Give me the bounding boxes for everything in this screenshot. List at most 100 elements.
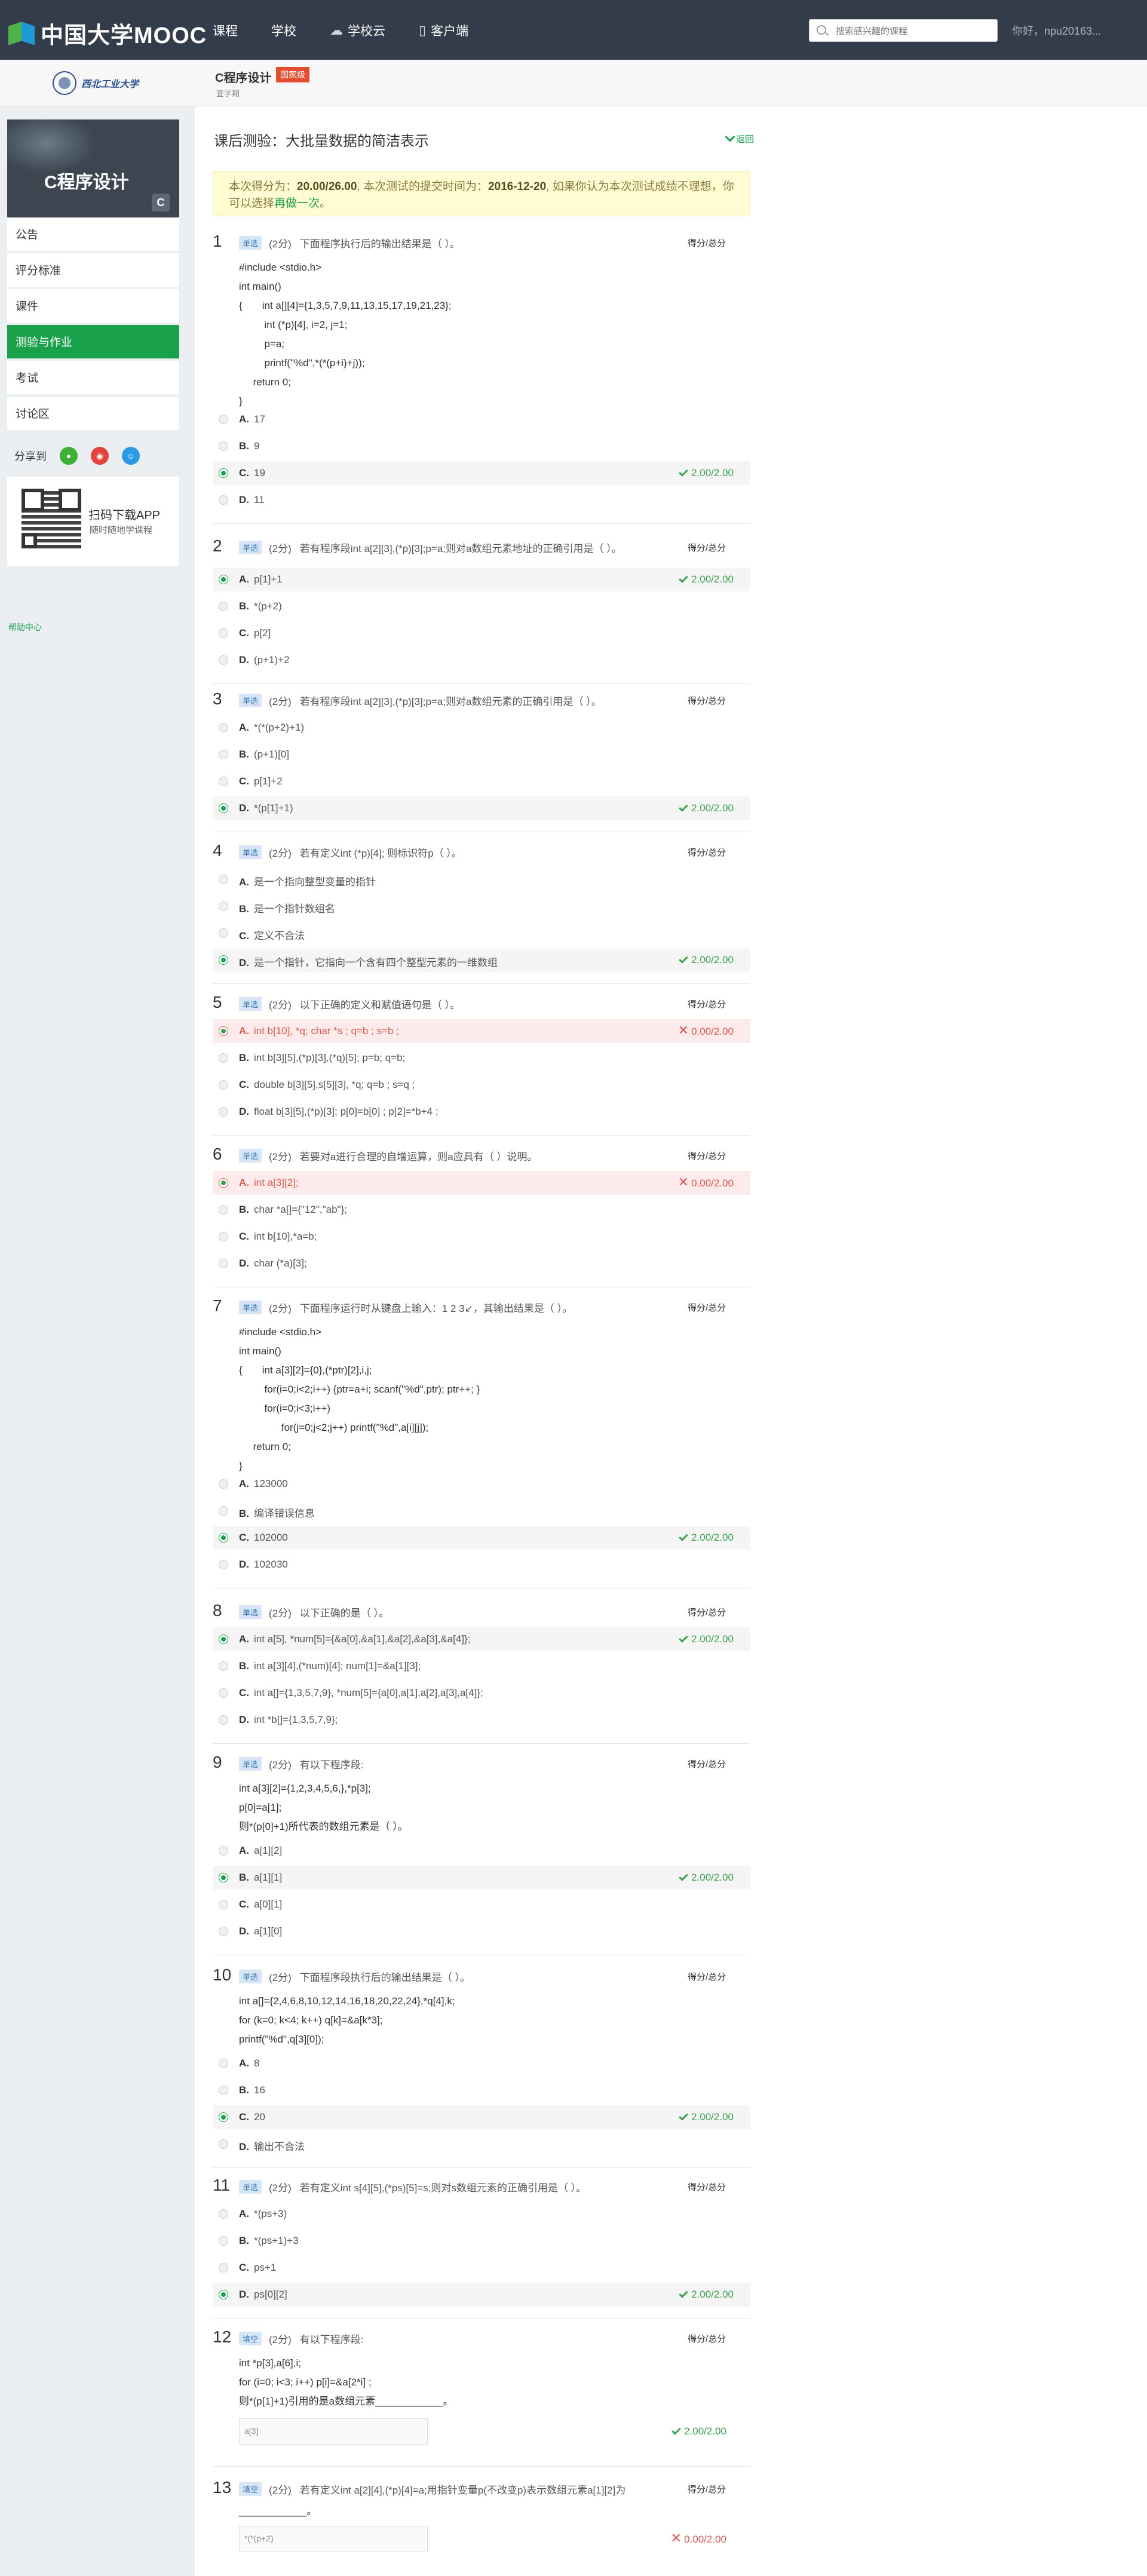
option-a[interactable]: A. int a[3][2]; ✕ 0.00/2.00 xyxy=(213,1171,750,1195)
radio-button[interactable] xyxy=(219,955,228,965)
radio-button[interactable] xyxy=(219,1715,228,1725)
option-b[interactable]: B. *(ps+1)+3 xyxy=(213,2229,750,2253)
radio-button[interactable] xyxy=(219,1873,228,1882)
qq-icon[interactable]: ☺ xyxy=(122,447,140,465)
nav-school-cloud[interactable]: ☁ 学校云 xyxy=(330,22,385,39)
option-c[interactable]: C. p[2] xyxy=(213,621,750,645)
nav-courses[interactable]: 课程 xyxy=(213,22,238,39)
option-d[interactable]: D. 11 xyxy=(213,488,750,512)
radio-button[interactable] xyxy=(219,1661,228,1671)
radio-button[interactable] xyxy=(219,1560,228,1569)
wechat-icon[interactable]: ● xyxy=(60,447,78,465)
option-d[interactable]: D. (p+1)+2 xyxy=(213,648,750,672)
radio-button[interactable] xyxy=(219,1259,228,1268)
radio-button[interactable] xyxy=(219,415,228,424)
retry-link[interactable]: 再做一次 xyxy=(274,197,320,210)
option-b[interactable]: B. (p+1)[0] xyxy=(213,743,750,766)
radio-button[interactable] xyxy=(219,804,228,813)
radio-button[interactable] xyxy=(219,2112,228,2122)
radio-button[interactable] xyxy=(219,901,228,911)
radio-button[interactable] xyxy=(219,2236,228,2246)
option-a[interactable]: A. 17 xyxy=(213,407,750,431)
radio-button[interactable] xyxy=(219,441,228,451)
option-a[interactable]: A. int a[5], *num[5]={&a[0],&a[1],&a[2],&… xyxy=(213,1627,750,1651)
option-d[interactable]: D. 输出不合法 xyxy=(213,2132,750,2156)
search-input[interactable] xyxy=(836,23,991,39)
radio-button[interactable] xyxy=(219,1053,228,1063)
option-c[interactable]: C. int b[10],*a=b; xyxy=(213,1225,750,1249)
radio-button[interactable] xyxy=(219,2139,228,2149)
option-b[interactable]: B. char *a[]={"12","ab"}; xyxy=(213,1198,750,1222)
nav-client[interactable]: ▯ 客户端 xyxy=(419,22,468,39)
radio-button[interactable] xyxy=(219,2209,228,2219)
sidebar-item-announcement[interactable]: 公告 xyxy=(7,217,179,253)
option-b[interactable]: B. 16 xyxy=(213,2078,750,2102)
option-d[interactable]: D. 是一个指针，它指向一个含有四个整型元素的一维数组 2.00/2.00 xyxy=(213,948,750,972)
nav-schools[interactable]: 学校 xyxy=(271,22,296,39)
option-a[interactable]: A. 123000 xyxy=(213,1472,750,1496)
radio-button[interactable] xyxy=(219,2263,228,2273)
radio-button[interactable] xyxy=(219,1479,228,1489)
radio-button[interactable] xyxy=(219,875,228,884)
option-d[interactable]: D. char (*a)[3]; xyxy=(213,1252,750,1275)
option-c[interactable]: C. 102000 2.00/2.00 xyxy=(213,1526,750,1550)
fill-answer-box[interactable]: a[3] xyxy=(239,2418,428,2445)
radio-button[interactable] xyxy=(219,928,228,938)
back-link[interactable]: 返回 xyxy=(725,131,754,145)
option-a[interactable]: A. 8 xyxy=(213,2051,750,2075)
option-d[interactable]: D. a[1][0] xyxy=(213,1919,750,1943)
radio-button[interactable] xyxy=(219,1533,228,1542)
option-a[interactable]: A. *(ps+3) xyxy=(213,2202,750,2226)
radio-button[interactable] xyxy=(219,1080,228,1090)
option-c[interactable]: C. int a[]={1,3,5,7,9}, *num[5]={a[0],a[1… xyxy=(213,1681,750,1705)
school-logo[interactable]: 西北工业大学 xyxy=(53,68,139,98)
option-d[interactable]: D. 102030 xyxy=(213,1553,750,1577)
radio-button[interactable] xyxy=(219,575,228,584)
radio-button[interactable] xyxy=(219,1205,228,1215)
sidebar-item-exam[interactable]: 考试 xyxy=(7,361,179,397)
option-d[interactable]: D. ps[0][2] 2.00/2.00 xyxy=(213,2283,750,2307)
sidebar-item-forum[interactable]: 讨论区 xyxy=(7,397,179,433)
sidebar-item-courseware[interactable]: 课件 xyxy=(7,289,179,325)
radio-button[interactable] xyxy=(219,777,228,786)
radio-button[interactable] xyxy=(219,1634,228,1644)
option-c[interactable]: C. ps+1 xyxy=(213,2256,750,2280)
radio-button[interactable] xyxy=(219,1846,228,1856)
search-icon[interactable] xyxy=(817,25,826,35)
option-d[interactable]: D. float b[3][5],(*p)[3]; p[0]=b[0] ; p[2… xyxy=(213,1100,750,1124)
option-b[interactable]: B. 是一个指针数组名 xyxy=(213,894,750,918)
radio-button[interactable] xyxy=(219,1688,228,1698)
option-c[interactable]: C. 定义不合法 xyxy=(213,921,750,945)
mooc-logo[interactable]: 中国大学MOOC xyxy=(8,17,207,50)
radio-button[interactable] xyxy=(219,1026,228,1036)
radio-button[interactable] xyxy=(219,1900,228,1909)
option-c[interactable]: C. a[0][1] xyxy=(213,1893,750,1916)
weibo-icon[interactable]: ◉ xyxy=(91,447,109,465)
radio-button[interactable] xyxy=(219,1506,228,1516)
radio-button[interactable] xyxy=(219,1232,228,1241)
option-b[interactable]: B. 编译错误信息 xyxy=(213,1499,750,1523)
radio-button[interactable] xyxy=(219,1927,228,1936)
radio-button[interactable] xyxy=(219,1107,228,1117)
option-d[interactable]: D. int *b[]={1,3,5,7,9}; xyxy=(213,1708,750,1732)
option-a[interactable]: A. p[1]+1 2.00/2.00 xyxy=(213,568,750,591)
radio-button[interactable] xyxy=(219,1178,228,1188)
option-a[interactable]: A. 是一个指向整型变量的指针 xyxy=(213,867,750,891)
option-c[interactable]: C. p[1]+2 xyxy=(213,769,750,793)
radio-button[interactable] xyxy=(219,750,228,759)
option-b[interactable]: B. a[1][1] 2.00/2.00 xyxy=(213,1866,750,1890)
fill-answer-box[interactable]: *(*(p+2) xyxy=(239,2526,428,2552)
user-greeting[interactable]: 你好，npu20163... xyxy=(1012,23,1101,38)
sidebar-item-grading[interactable]: 评分标准 xyxy=(7,253,179,289)
app-title[interactable]: 扫码下载APP xyxy=(88,505,160,523)
sidebar-item-quizzes[interactable]: 测验与作业 xyxy=(7,325,179,361)
option-a[interactable]: A. int b[10], *q; char *s ; q=b ; s=b ; ✕ 0… xyxy=(213,1019,750,1043)
option-c[interactable]: C. 19 2.00/2.00 xyxy=(213,461,750,485)
radio-button[interactable] xyxy=(219,655,228,665)
radio-button[interactable] xyxy=(219,602,228,611)
help-center-link[interactable]: 帮助中心 xyxy=(8,621,42,633)
option-d[interactable]: D. *(p[1]+1) 2.00/2.00 xyxy=(213,796,750,820)
option-b[interactable]: B. 9 xyxy=(213,434,750,458)
radio-button[interactable] xyxy=(219,2290,228,2299)
radio-button[interactable] xyxy=(219,2059,228,2068)
